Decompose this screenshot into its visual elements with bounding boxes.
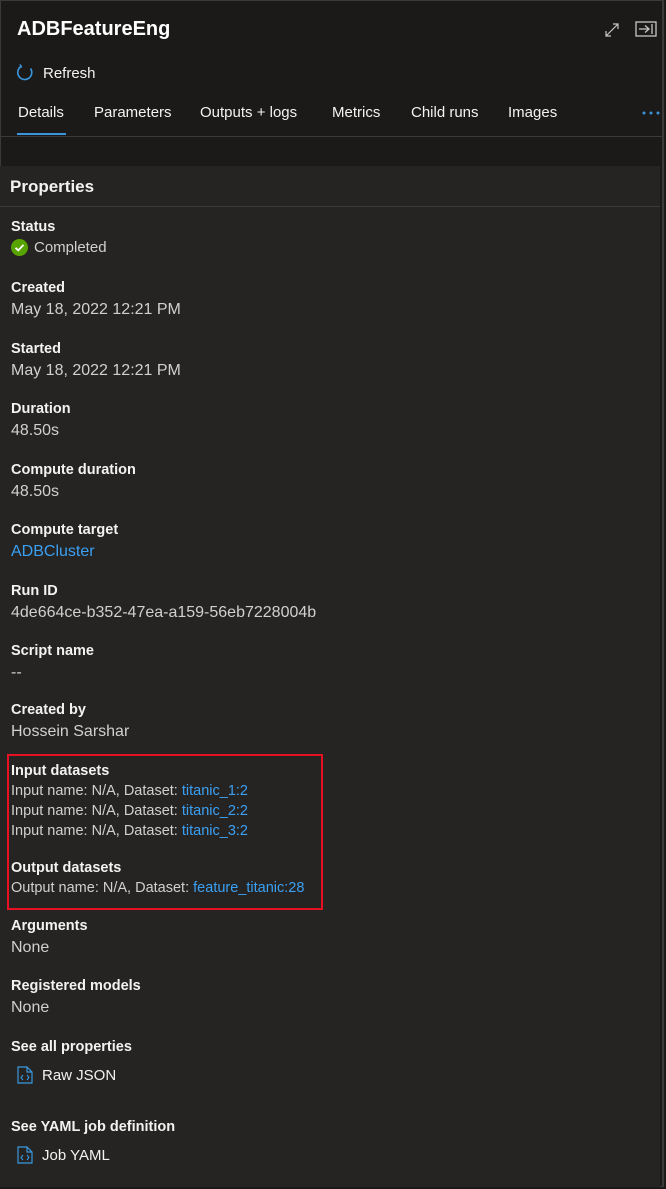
tab-outputs-logs[interactable]: Outputs + logs <box>200 104 297 121</box>
active-tab-indicator <box>17 133 66 135</box>
script-name-label: Script name <box>11 643 94 659</box>
arguments-label: Arguments <box>11 918 88 934</box>
run-id-label: Run ID <box>11 583 58 599</box>
raw-json-link[interactable]: Raw JSON <box>11 1066 132 1084</box>
tab-images[interactable]: Images <box>508 104 557 121</box>
duration-value: 48.50s <box>11 422 60 439</box>
duration-label: Duration <box>11 401 71 417</box>
dock-panel-icon[interactable] <box>635 21 657 37</box>
registered-models-field: Registered models None <box>11 976 141 1019</box>
created-by-field: Created by Hossein Sarshar <box>11 700 129 743</box>
compute-duration-label: Compute duration <box>11 462 136 478</box>
code-file-icon <box>17 1146 33 1164</box>
tab-details[interactable]: Details <box>18 104 64 121</box>
compute-target-field: Compute target ADBCluster <box>11 520 118 563</box>
script-name-value: -- <box>11 664 22 681</box>
refresh-label: Refresh <box>43 64 96 82</box>
refresh-button[interactable]: Refresh <box>15 63 96 83</box>
see-all-properties-label: See all properties <box>11 1039 132 1055</box>
arguments-value: None <box>11 939 50 956</box>
raw-json-label: Raw JSON <box>42 1066 117 1084</box>
code-file-icon <box>17 1066 33 1084</box>
properties-header: Properties <box>0 166 660 207</box>
properties-panel: Properties Status Completed Created May … <box>0 166 660 1187</box>
script-name-field: Script name -- <box>11 641 94 684</box>
properties-heading: Properties <box>10 177 95 196</box>
created-label: Created <box>11 280 65 296</box>
compute-duration-value: 48.50s <box>11 483 60 500</box>
status-badge: Completed <box>11 239 107 256</box>
started-label: Started <box>11 341 61 357</box>
job-yaml-link[interactable]: Job YAML <box>11 1146 175 1164</box>
status-value: Completed <box>34 239 107 256</box>
tab-metrics[interactable]: Metrics <box>332 104 380 121</box>
see-yaml-field: See YAML job definition Job YAML <box>11 1117 175 1164</box>
run-id-value: 4de664ce-b352-47ea-a159-56eb7228004b <box>11 604 317 621</box>
expand-icon[interactable] <box>604 22 620 38</box>
status-label: Status <box>11 219 56 235</box>
see-all-properties-field: See all properties Raw JSON <box>11 1037 132 1084</box>
started-value: May 18, 2022 12:21 PM <box>11 362 181 379</box>
tab-bar: Details Parameters Outputs + logs Metric… <box>0 96 664 137</box>
started-field: Started May 18, 2022 12:21 PM <box>11 339 181 382</box>
compute-target-label: Compute target <box>11 522 119 538</box>
check-circle-icon <box>11 239 28 256</box>
datasets-highlight-box <box>7 754 323 910</box>
arguments-field: Arguments None <box>11 916 88 959</box>
created-field: Created May 18, 2022 12:21 PM <box>11 278 181 321</box>
see-yaml-label: See YAML job definition <box>11 1119 176 1135</box>
created-by-value: Hossein Sarshar <box>11 723 130 740</box>
created-value: May 18, 2022 12:21 PM <box>11 301 181 318</box>
tab-parameters[interactable]: Parameters <box>94 104 172 121</box>
refresh-icon <box>17 64 33 81</box>
tab-child-runs[interactable]: Child runs <box>411 104 479 121</box>
compute-duration-field: Compute duration 48.50s <box>11 460 136 503</box>
run-id-field: Run ID 4de664ce-b352-47ea-a159-56eb72280… <box>11 581 316 624</box>
job-yaml-label: Job YAML <box>42 1146 110 1164</box>
status-field: Status Completed <box>11 217 107 256</box>
created-by-label: Created by <box>11 702 86 718</box>
duration-field: Duration 48.50s <box>11 399 71 442</box>
more-icon[interactable] <box>641 110 661 116</box>
page-title: ADBFeatureEng <box>17 18 171 40</box>
registered-models-value: None <box>11 999 50 1016</box>
registered-models-label: Registered models <box>11 978 141 994</box>
compute-target-link[interactable]: ADBCluster <box>11 541 118 563</box>
